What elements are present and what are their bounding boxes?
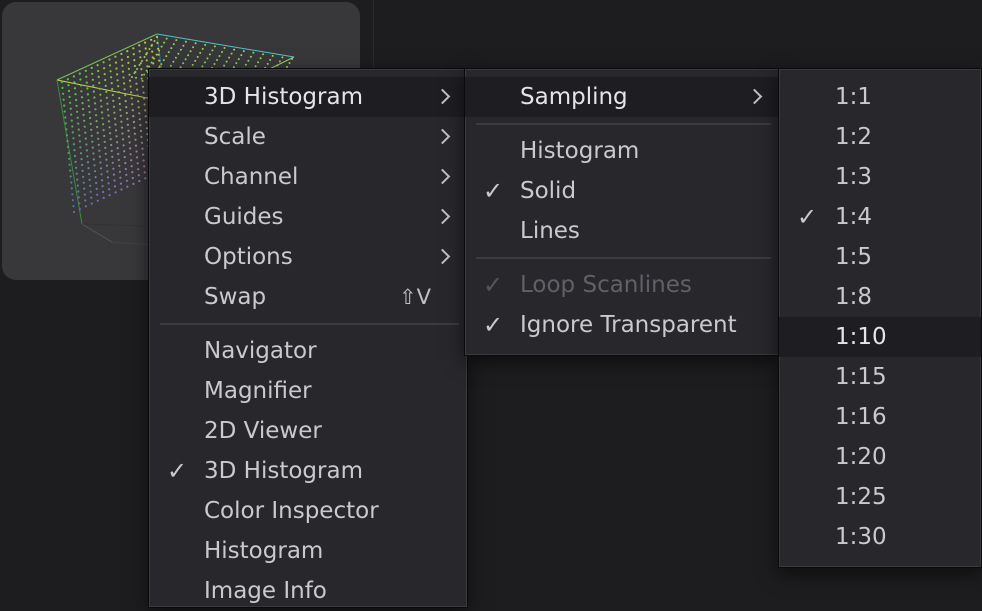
sampling-menu-item-1-20[interactable]: 1:20	[779, 437, 981, 477]
menu-item-label: Magnifier	[204, 378, 312, 404]
menu-item-label: 1:8	[835, 284, 873, 310]
menu-item-label: Ignore Transparent	[520, 312, 737, 338]
histogram-menu-item-ignore-transparent[interactable]: ✓ Ignore Transparent	[465, 305, 779, 345]
menu-item-label: 1:20	[835, 444, 887, 470]
main-menu-item-image-info[interactable]: Image Info	[149, 571, 467, 611]
menu-item-label: Swap	[204, 284, 267, 310]
menu-item-label: Channel	[204, 164, 299, 190]
checkmark-icon: ✓	[483, 271, 504, 299]
histogram-menu-item-solid[interactable]: ✓ Solid	[465, 171, 779, 211]
main-menu-item-2d-viewer[interactable]: 2D Viewer	[149, 411, 467, 451]
menu-separator	[149, 317, 467, 331]
main-menu-item-options[interactable]: Options	[149, 237, 467, 277]
main-menu-item-scale[interactable]: Scale	[149, 117, 467, 157]
sampling-submenu: 1:1 1:2 1:3 ✓ 1:4 1:5 1:8 1:10 1:15 1:16 1:20 1:25 1…	[778, 68, 982, 568]
main-menu-item-histogram[interactable]: Histogram	[149, 531, 467, 571]
main-menu-item-channel[interactable]: Channel	[149, 157, 467, 197]
chevron-right-icon	[437, 117, 451, 157]
menu-item-label: Options	[204, 244, 293, 270]
viewer-context-menu: 3D Histogram Scale Channel Guides Options Swa…	[148, 68, 468, 608]
sampling-menu-item-1-3[interactable]: 1:3	[779, 157, 981, 197]
menu-item-label: Image Info	[204, 578, 327, 604]
checkmark-icon: ✓	[483, 177, 504, 205]
menu-item-label: Histogram	[204, 538, 324, 564]
menu-item-label: 1:3	[835, 164, 873, 190]
menu-item-label: 1:2	[835, 124, 873, 150]
menu-item-label: 1:30	[835, 524, 887, 550]
menu-item-label: Color Inspector	[204, 498, 379, 524]
main-menu-item-swap[interactable]: Swap ⇧V	[149, 277, 467, 317]
histogram-menu-item-lines[interactable]: Lines	[465, 211, 779, 251]
menu-item-label: Histogram	[520, 138, 640, 164]
menu-item-label: Sampling	[520, 84, 628, 110]
chevron-right-icon	[437, 157, 451, 197]
menu-item-label: 2D Viewer	[204, 418, 322, 444]
histogram-menu-item-histogram[interactable]: Histogram	[465, 131, 779, 171]
menu-item-label: 1:16	[835, 404, 887, 430]
menu-item-label: Navigator	[204, 338, 317, 364]
menu-item-label: Loop Scanlines	[520, 272, 692, 298]
menu-item-label: Scale	[204, 124, 266, 150]
menu-item-label: 1:4	[835, 204, 873, 230]
sampling-menu-item-1-4[interactable]: ✓ 1:4	[779, 197, 981, 237]
menu-item-label: 1:5	[835, 244, 873, 270]
checkmark-icon: ✓	[483, 311, 504, 339]
chevron-right-icon	[749, 77, 763, 117]
menu-item-label: Guides	[204, 204, 284, 230]
sampling-menu-item-1-10[interactable]: 1:10	[779, 317, 981, 357]
sampling-menu-item-1-25[interactable]: 1:25	[779, 477, 981, 517]
checkmark-icon: ✓	[167, 457, 188, 485]
menu-separator	[465, 251, 779, 265]
main-menu-item-color-inspector[interactable]: Color Inspector	[149, 491, 467, 531]
sampling-menu-item-1-2[interactable]: 1:2	[779, 117, 981, 157]
main-menu-item-guides[interactable]: Guides	[149, 197, 467, 237]
histogram-menu-item-loop-scanlines: ✓ Loop Scanlines	[465, 265, 779, 305]
chevron-right-icon	[437, 77, 451, 117]
menu-separator	[465, 117, 779, 131]
sampling-menu-item-1-16[interactable]: 1:16	[779, 397, 981, 437]
histogram-menu-item-sampling[interactable]: Sampling	[465, 77, 779, 117]
shortcut-label: ⇧V	[399, 285, 431, 309]
menu-item-label: 1:25	[835, 484, 887, 510]
menu-item-label: Solid	[520, 178, 577, 204]
menu-item-label: 1:15	[835, 364, 887, 390]
menu-item-label: 1:1	[835, 84, 873, 110]
sampling-menu-item-1-8[interactable]: 1:8	[779, 277, 981, 317]
menu-item-label: 3D Histogram	[204, 84, 363, 110]
menu-item-label: 3D Histogram	[204, 458, 363, 484]
sampling-menu-item-1-15[interactable]: 1:15	[779, 357, 981, 397]
menu-item-label: Lines	[520, 218, 580, 244]
sampling-menu-item-1-5[interactable]: 1:5	[779, 237, 981, 277]
main-menu-item-3d-histogram[interactable]: ✓ 3D Histogram	[149, 451, 467, 491]
3d-histogram-submenu: Sampling Histogram ✓ Solid Lines ✓ Loop Scanli…	[464, 68, 780, 356]
checkmark-icon: ✓	[797, 203, 818, 231]
sampling-menu-item-1-30[interactable]: 1:30	[779, 517, 981, 557]
sampling-menu-item-1-1[interactable]: 1:1	[779, 77, 981, 117]
main-menu-item-magnifier[interactable]: Magnifier	[149, 371, 467, 411]
main-menu-item-3d-histogram[interactable]: 3D Histogram	[149, 77, 467, 117]
chevron-right-icon	[437, 197, 451, 237]
menu-item-label: 1:10	[835, 324, 887, 350]
main-menu-item-navigator[interactable]: Navigator	[149, 331, 467, 371]
chevron-right-icon	[437, 237, 451, 277]
